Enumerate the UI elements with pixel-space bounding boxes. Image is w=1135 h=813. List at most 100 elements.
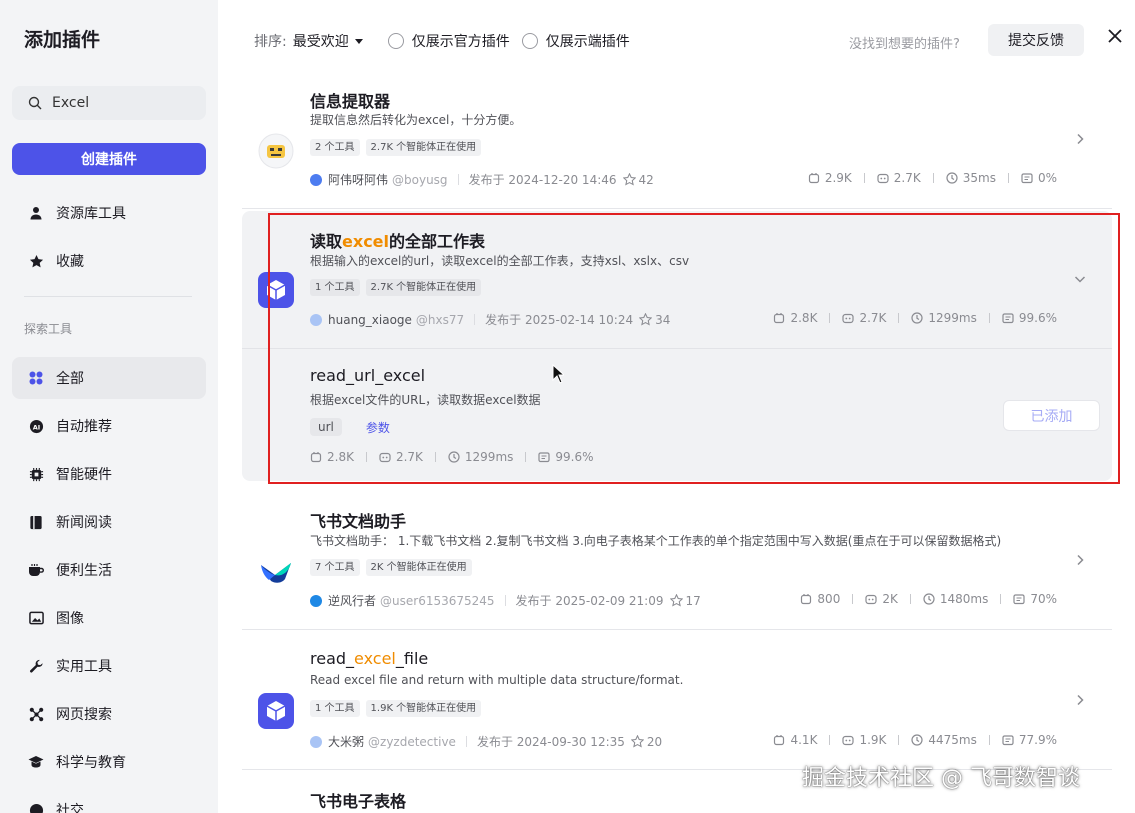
- stat-success: 99.6%: [1018, 311, 1057, 325]
- plugin-list-panel: 排序: 最受欢迎 仅展示官方插件 仅展示端插件 没找到想要的插件? 提交反馈 信…: [218, 0, 1135, 813]
- feedback-button[interactable]: 提交反馈: [988, 24, 1084, 56]
- nav-label: 收藏: [56, 254, 84, 270]
- author-name: 逆风行者: [328, 594, 377, 608]
- star-outline-icon: [669, 594, 683, 607]
- publish-date: 发布于 2025-02-14 10:24: [485, 313, 634, 327]
- plugin-card[interactable]: 读取excel的全部工作表 根据输入的excel的url，读取excel的全部工…: [242, 211, 1112, 348]
- success-rate-icon: [1021, 173, 1033, 184]
- plugin-meta: 阿伟呀阿伟 @boyusg 发布于 2024-12-20 14:46 42: [310, 171, 654, 188]
- success-rate-icon: [1002, 313, 1014, 324]
- avatar: [310, 735, 322, 748]
- calls-icon: [774, 313, 785, 324]
- stat-bots: 2.7K: [395, 450, 423, 464]
- calls-icon: [310, 452, 322, 463]
- stat-bots: 2.7K: [859, 311, 887, 325]
- clock-icon: [911, 734, 923, 746]
- author-name: 大米粥: [328, 735, 365, 749]
- params-link[interactable]: 参数: [366, 419, 390, 436]
- author-name: huang_xiaoge: [328, 312, 412, 327]
- filter-client-radio[interactable]: 仅展示端插件: [521, 31, 630, 51]
- bot-icon: [379, 452, 391, 463]
- plugin-desc: Read excel file and return with multiple…: [310, 673, 684, 687]
- bot-icon: [877, 173, 889, 184]
- nav-item-image[interactable]: 图像: [12, 597, 206, 639]
- search-input[interactable]: Excel: [12, 86, 206, 120]
- nav-item-all[interactable]: 全部: [12, 357, 206, 399]
- plugin-stats: 800 2K 1480ms 70%: [800, 592, 1057, 606]
- search-icon: [28, 96, 42, 110]
- clock-icon: [923, 593, 935, 605]
- nav-item-news[interactable]: 新闻阅读: [12, 501, 206, 543]
- radio-circle: [387, 33, 404, 49]
- author-handle: @hxs77: [415, 312, 465, 327]
- chevron-down-icon[interactable]: [1074, 273, 1086, 285]
- publish-date: 发布于 2025-02-09 21:09: [515, 594, 664, 608]
- stat-latency: 1299ms: [464, 450, 514, 464]
- usage-tag: 2K 个智能体正在使用: [365, 559, 472, 576]
- publish-date: 发布于 2024-09-30 12:35: [476, 735, 625, 749]
- book-icon: [28, 514, 44, 530]
- nav-item-social[interactable]: 社交: [12, 789, 206, 813]
- plugin-title: 飞书文档助手: [310, 512, 407, 531]
- card-divider: [242, 208, 1112, 209]
- filter-official-radio[interactable]: 仅展示官方插件: [387, 31, 510, 51]
- sort-value: 最受欢迎: [292, 34, 349, 50]
- nav-item-favorites[interactable]: 收藏: [12, 240, 206, 282]
- star-outline-icon: [639, 313, 653, 326]
- bot-icon: [842, 735, 855, 746]
- network-icon: [28, 706, 44, 722]
- watermark: 掘金技术社区 @ 飞哥数智谈: [802, 766, 1080, 791]
- stat-bots: 2K: [882, 592, 898, 606]
- chevron-right-icon[interactable]: [1074, 133, 1086, 145]
- chevron-right-icon[interactable]: [1074, 554, 1086, 566]
- usage-tag: 2.7K 个智能体正在使用: [365, 279, 482, 296]
- stat-calls: 4.1K: [790, 733, 818, 747]
- plugin-icon: [258, 693, 294, 729]
- added-button[interactable]: 已添加: [1003, 400, 1100, 431]
- plugin-title: read_excel_file: [310, 649, 429, 668]
- nav-item-smart-hardware[interactable]: 智能硬件: [12, 453, 206, 495]
- nav-item-utilities[interactable]: 实用工具: [12, 645, 206, 687]
- bot-icon: [842, 313, 855, 324]
- success-rate-icon: [538, 452, 550, 463]
- success-rate-icon: [1002, 735, 1014, 746]
- author-name: 阿伟呀阿伟: [328, 173, 389, 187]
- stat-latency: 4475ms: [928, 733, 977, 747]
- avatar: [310, 313, 322, 326]
- stat-success: 0%: [1037, 171, 1057, 185]
- avatar: [310, 594, 322, 607]
- star-outline-icon: [630, 735, 644, 748]
- wrench-icon: [28, 658, 44, 674]
- plugin-card[interactable]: 信息提取器 提取信息然后转化为excel，十分方便。 2 个工具 2.7K 个智…: [242, 70, 1112, 207]
- tool-name: read_url_excel: [310, 366, 426, 385]
- plugin-card[interactable]: 飞书文档助手 飞书文档助手： 1.下载飞书文档 2.复制飞书文档 3.向电子表格…: [242, 490, 1112, 627]
- close-button[interactable]: [1105, 26, 1125, 46]
- sort-dropdown[interactable]: 最受欢迎: [293, 31, 364, 51]
- nav-item-life[interactable]: 便利生活: [12, 549, 206, 591]
- clock-icon: [946, 172, 958, 184]
- caret-down-icon: [354, 39, 363, 44]
- dialog-title: 添加插件: [24, 29, 101, 51]
- plugin-icon: [258, 133, 294, 169]
- star-count: 42: [638, 172, 654, 187]
- nav-item-library-tools[interactable]: 资源库工具: [12, 192, 206, 234]
- nav-item-science-education[interactable]: 科学与教育: [12, 741, 206, 783]
- tool-desc: 根据excel文件的URL，读取数据excel数据: [310, 393, 541, 407]
- author-handle: @user6153675245: [380, 593, 495, 608]
- create-plugin-button[interactable]: 创建插件: [12, 143, 206, 175]
- plugin-card[interactable]: read_excel_file Read excel file and retu…: [242, 631, 1112, 768]
- stat-calls: 2.8K: [790, 311, 818, 325]
- nav-item-web-search[interactable]: 网页搜索: [12, 693, 206, 735]
- sidebar: 添加插件 Excel 创建插件 资源库工具 收藏 探索工具 全部 AI 自动推荐…: [0, 0, 218, 813]
- card-divider: [242, 629, 1112, 630]
- nav-item-auto-recommend[interactable]: AI 自动推荐: [12, 405, 206, 447]
- stat-bots: 2.7K: [893, 171, 921, 185]
- stat-calls: 2.9K: [824, 171, 852, 185]
- tool-count-tag: 1 个工具: [310, 700, 360, 717]
- cup-icon: [28, 562, 44, 578]
- stat-latency: 1299ms: [928, 311, 977, 325]
- chevron-right-icon[interactable]: [1074, 694, 1086, 706]
- sidebar-divider: [24, 296, 192, 297]
- star-count: 34: [655, 312, 671, 327]
- not-found-text: 没找到想要的插件?: [849, 37, 960, 52]
